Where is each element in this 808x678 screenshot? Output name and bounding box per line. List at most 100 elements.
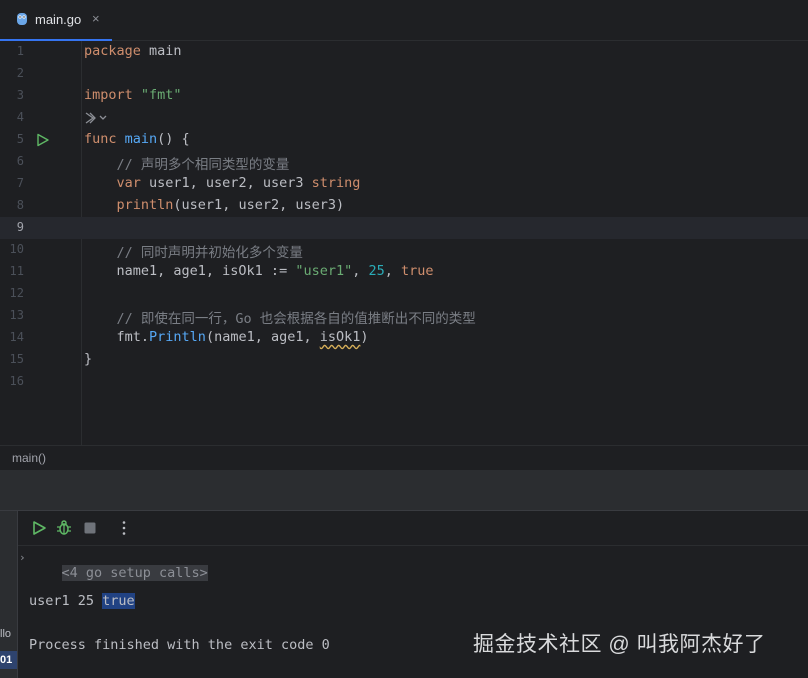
code-token: , [384, 263, 402, 279]
code-line[interactable]: 8 println(user1, user2, user3) [0, 195, 808, 217]
run-config-chevron-icon[interactable] [84, 110, 110, 126]
code-line[interactable]: 6 // 声明多个相同类型的变量 [0, 151, 808, 173]
editor-tab-bar: main.go × [0, 0, 808, 41]
panel-splitter[interactable] [0, 470, 808, 510]
console-setup-calls[interactable]: <4 go setup calls> [29, 549, 208, 597]
run-toolbar [18, 511, 808, 546]
code-text: package main [84, 43, 182, 59]
code-line[interactable]: 13 // 即使在同一行，Go 也会根据各自的值推断出不同的类型 [0, 305, 808, 327]
code-text: var user1, user2, user3 string [84, 175, 361, 191]
run-triangle-icon[interactable] [36, 133, 50, 147]
code-line[interactable]: 3 import "fmt" [0, 85, 808, 107]
code-token: , [352, 263, 369, 279]
run-configurations-strip: llo 01 [0, 511, 18, 678]
line-number: 13 [9, 308, 24, 322]
code-comment: // 同时声明并初始化多个变量 [116, 245, 303, 261]
line-number: 4 [16, 110, 24, 124]
code-token: (name1, age1, [205, 329, 320, 345]
code-line[interactable]: 16 [0, 371, 808, 393]
code-text: fmt.Println(name1, age1, isOk1) [84, 329, 369, 345]
line-number: 6 [16, 154, 24, 168]
code-comment: // 即使在同一行，Go 也会根据各自的值推断出不同的类型 [116, 311, 476, 327]
code-token: 25 [368, 263, 385, 279]
search-highlight: true [102, 593, 135, 609]
code-token: Println [149, 329, 206, 345]
code-token: var [116, 175, 141, 191]
code-line[interactable]: 9 [0, 217, 808, 239]
code-token: main [124, 131, 158, 147]
chevron-right-icon[interactable]: › [19, 551, 26, 564]
code-token: fmt. [84, 329, 150, 345]
code-line[interactable]: 5 func main() { [0, 129, 808, 151]
watermark: 掘金技术社区 @ 叫我阿杰好了 [473, 633, 766, 656]
line-number: 11 [9, 264, 24, 278]
run-config-tab[interactable]: llo [0, 628, 11, 640]
code-token: package [84, 43, 141, 59]
code-text: println(user1, user2, user3) [84, 197, 345, 213]
code-text: name1, age1, isOk1 := "user1", 25, true [84, 263, 434, 279]
code-editor[interactable]: 1 package main 2 3 import "fmt" 4 5 func main()… [0, 41, 808, 445]
code-token: string [311, 175, 361, 191]
console-output-line: user1 25 true [29, 593, 135, 609]
code-line[interactable]: 7 var user1, user2, user3 string [0, 173, 808, 195]
code-token: "user1" [295, 263, 353, 279]
code-token: main [140, 43, 182, 59]
line-number: 12 [9, 286, 24, 300]
run-config-tab-selected[interactable]: 01 [0, 651, 17, 669]
code-comment: // 声明多个相同类型的变量 [116, 157, 290, 173]
line-number: 14 [9, 330, 24, 344]
code-token: name1, age1, isOk1 := [84, 263, 296, 279]
code-token: user1, user2, user3 [140, 175, 312, 191]
code-token: func [84, 131, 117, 147]
line-number: 5 [16, 132, 24, 146]
line-number: 16 [9, 374, 24, 388]
breadcrumb-item-main[interactable]: main() [12, 451, 46, 465]
code-line[interactable]: 10 // 同时声明并初始化多个变量 [0, 239, 808, 261]
code-token: ) [360, 329, 369, 345]
more-options-icon[interactable] [115, 519, 133, 537]
code-token: () { [157, 131, 190, 147]
console-exit-message: Process finished with the exit code 0 [29, 637, 330, 653]
tab-label: main.go [35, 12, 82, 27]
rerun-icon[interactable] [30, 519, 48, 537]
close-icon[interactable]: × [92, 11, 100, 26]
go-file-icon [17, 13, 27, 25]
code-text: func main() { [84, 131, 190, 147]
line-number: 2 [16, 66, 24, 80]
code-text: // 即使在同一行，Go 也会根据各自的值推断出不同的类型 [84, 307, 476, 327]
code-token: true [401, 263, 434, 279]
code-line[interactable]: 4 [0, 107, 808, 129]
debug-bug-icon[interactable] [55, 519, 73, 537]
code-line[interactable]: 1 package main [0, 41, 808, 63]
code-text: // 同时声明并初始化多个变量 [84, 241, 303, 261]
code-text: } [84, 351, 92, 367]
breadcrumb: main() [0, 445, 808, 470]
code-line[interactable]: 11 name1, age1, isOk1 := "user1", 25, tr… [0, 261, 808, 283]
line-number: 8 [16, 198, 24, 212]
stop-icon[interactable] [81, 519, 99, 537]
line-number: 9 [16, 220, 24, 234]
code-line[interactable]: 12 [0, 283, 808, 305]
code-line[interactable]: 15} [0, 349, 808, 371]
line-number: 10 [9, 242, 24, 256]
code-token: isOk1 [319, 329, 361, 345]
code-text: // 声明多个相同类型的变量 [84, 153, 290, 173]
line-number: 7 [16, 176, 24, 190]
code-text: import "fmt" [84, 87, 182, 103]
code-line[interactable]: 14 fmt.Println(name1, age1, isOk1) [0, 327, 808, 349]
code-token: } [84, 351, 93, 367]
code-token: (user1, user2, user3) [173, 197, 345, 213]
line-number: 1 [16, 44, 24, 58]
line-number: 15 [9, 352, 24, 366]
tab-main-go[interactable]: main.go × [0, 0, 112, 41]
code-line[interactable]: 2 [0, 63, 808, 85]
line-number: 3 [16, 88, 24, 102]
code-token: import [84, 87, 133, 103]
